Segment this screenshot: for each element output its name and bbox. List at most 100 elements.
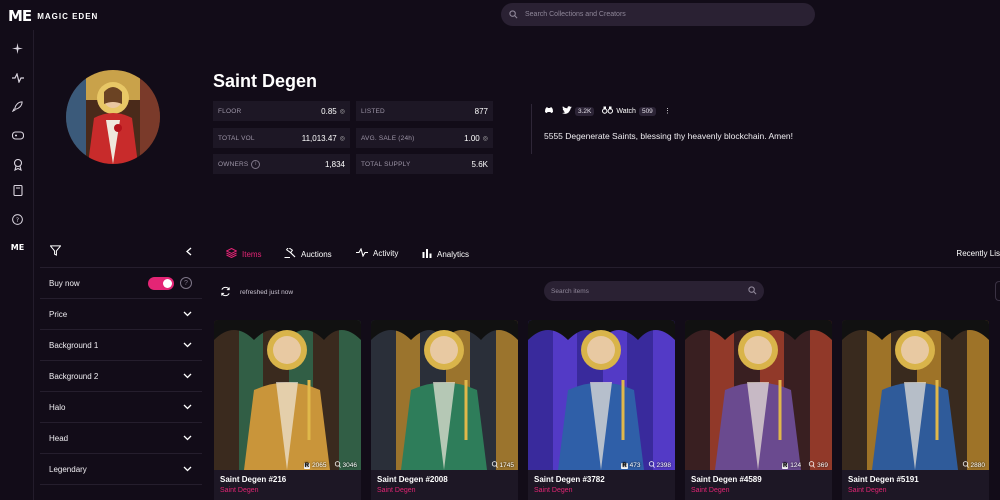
filter-header <box>40 237 202 268</box>
tab-items[interactable]: Items <box>225 247 262 260</box>
filter-label: Halo <box>49 402 66 412</box>
info-icon[interactable]: i <box>251 159 261 169</box>
nft-collection-link[interactable]: Saint Degen <box>691 487 730 494</box>
collapse-chevron-icon[interactable] <box>185 243 192 261</box>
refresh-icon[interactable] <box>220 286 231 299</box>
nft-name[interactable]: Saint Degen #2008 <box>377 475 448 484</box>
filter-price[interactable]: Price <box>40 299 202 330</box>
nft-collection-link[interactable]: Saint Degen <box>377 487 416 494</box>
collection-title: Saint Degen <box>213 71 318 91</box>
sol-icon: ◎ <box>339 108 345 115</box>
nft-card[interactable]: R 2065 3046 Saint Degen #216 Saint Degen <box>214 320 361 500</box>
nft-name[interactable]: Saint Degen #5191 <box>848 475 919 484</box>
rank-icon: R <box>621 462 628 469</box>
nft-name[interactable]: Saint Degen #3782 <box>534 475 605 484</box>
nft-stats: 2880 <box>962 461 985 470</box>
nft-image[interactable] <box>685 320 832 470</box>
filter-halo[interactable]: Halo <box>40 392 202 423</box>
watch-button[interactable]: Watch 509 <box>602 106 656 116</box>
filter-icon[interactable] <box>49 243 62 261</box>
items-search-input[interactable]: Search items <box>544 281 764 301</box>
rarity-rank: R 473 <box>621 462 641 469</box>
filter-head[interactable]: Head <box>40 423 202 454</box>
user-icon <box>491 461 498 470</box>
twitter-icon <box>562 106 572 116</box>
buy-now-label: Buy now <box>49 278 80 288</box>
owners-count: 1745 <box>491 461 514 470</box>
filter-background-2[interactable]: Background 2 <box>40 361 202 392</box>
filter-legendary[interactable]: Legendary <box>40 454 202 485</box>
filter-panel: Buy now ? Price Background 1 Background … <box>40 237 202 500</box>
tab-analytics[interactable]: Analytics <box>422 248 469 260</box>
activity-icon[interactable] <box>11 71 24 84</box>
me-icon[interactable]: ME <box>11 241 24 254</box>
book-icon[interactable] <box>11 184 24 197</box>
bar-chart-icon <box>422 248 432 260</box>
gavel-icon <box>284 246 296 260</box>
rank-value: 2065 <box>312 462 327 469</box>
global-search-placeholder: Search Collections and Creators <box>525 11 626 18</box>
global-search-input[interactable]: Search Collections and Creators <box>501 3 815 26</box>
filter-label: Legendary <box>49 464 87 474</box>
filter-background-1[interactable]: Background 1 <box>40 330 202 361</box>
nft-card[interactable]: R 473 2398 Saint Degen #3782 Saint Degen <box>528 320 675 500</box>
refresh-status: refreshed just now <box>220 286 293 299</box>
buy-now-toggle[interactable] <box>148 276 174 290</box>
help-icon[interactable]: ? <box>180 277 192 289</box>
collection-description: 5555 Degenerate Saints, blessing thy hea… <box>544 131 794 141</box>
nft-stats: 1745 <box>491 461 514 470</box>
more-options-icon[interactable]: ⋮ <box>664 107 671 115</box>
sort-dropdown[interactable]: Recently Lis <box>956 249 1000 258</box>
award-icon[interactable] <box>11 158 24 171</box>
user-icon <box>808 461 816 470</box>
rank-icon: R <box>781 462 789 469</box>
filter-label: Price <box>49 309 68 319</box>
nft-collection-link[interactable]: Saint Degen <box>848 487 887 494</box>
chevron-down-icon <box>183 465 192 474</box>
nft-stats: R 2065 3046 <box>303 461 357 470</box>
gamepad-icon[interactable] <box>11 129 24 142</box>
rocket-icon[interactable] <box>11 100 24 113</box>
owners-count: 2398 <box>648 461 671 470</box>
help-icon[interactable]: ? <box>11 213 24 226</box>
stat-total-supply: TOTAL SUPPLY 5.6K <box>356 154 493 174</box>
stat-total-vol: TOTAL VOL 11,013.47 ◎ <box>213 128 350 148</box>
owners-count: 369 <box>808 461 828 470</box>
stat-value: 1,834 <box>324 159 345 169</box>
owners-value: 2880 <box>970 462 985 469</box>
nft-name[interactable]: Saint Degen #216 <box>220 475 286 484</box>
tab-bar: Items Auctions Activity Analytics Recent… <box>202 237 1000 268</box>
items-search-placeholder: Search items <box>551 287 589 295</box>
nft-card[interactable]: 1745 Saint Degen #2008 Saint Degen <box>371 320 518 500</box>
nft-image[interactable] <box>842 320 989 470</box>
nft-card[interactable]: 2880 Saint Degen #5191 Saint Degen <box>842 320 989 500</box>
rank-value: 473 <box>629 462 641 469</box>
discord-button[interactable] <box>544 106 554 116</box>
tab-auctions[interactable]: Auctions <box>284 246 332 260</box>
search-icon <box>748 282 757 300</box>
nft-collection-link[interactable]: Saint Degen <box>534 487 573 494</box>
chevron-down-icon <box>183 434 192 443</box>
owners-value: 1745 <box>499 462 514 469</box>
nft-image[interactable] <box>214 320 361 470</box>
nft-image[interactable] <box>528 320 675 470</box>
nft-image[interactable] <box>371 320 518 470</box>
brand-logo[interactable]: ME MAGIC EDEN <box>8 7 98 25</box>
tab-activity[interactable]: Activity <box>356 247 398 259</box>
twitter-button[interactable]: 3.2K <box>562 106 595 116</box>
user-icon <box>334 461 341 470</box>
view-toggle-button[interactable] <box>995 281 1000 301</box>
sparkle-icon[interactable] <box>11 42 24 55</box>
header-divider <box>531 104 532 154</box>
layers-icon <box>225 247 238 260</box>
brand-mark: ME <box>8 7 32 25</box>
filter-buy-now: Buy now ? <box>40 268 202 299</box>
owners-count: 2880 <box>962 461 985 470</box>
nft-card[interactable]: R 124 369 Saint Degen #4589 Saint Degen <box>685 320 832 500</box>
nft-name[interactable]: Saint Degen #4589 <box>691 475 762 484</box>
owners-count: 3046 <box>334 461 357 470</box>
activity-icon <box>356 247 368 259</box>
nft-collection-link[interactable]: Saint Degen <box>220 487 259 494</box>
collection-avatar <box>66 70 160 164</box>
brand-name: MAGIC EDEN <box>37 11 99 21</box>
